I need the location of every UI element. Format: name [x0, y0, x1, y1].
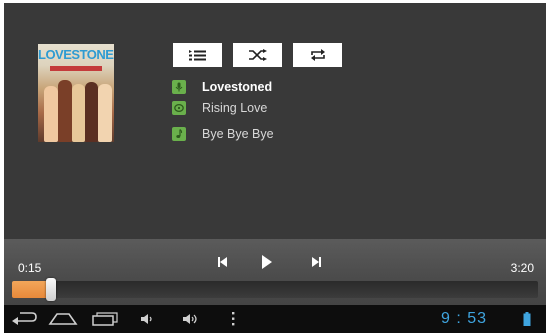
album-art-figure: [85, 82, 98, 142]
battery-indicator: [521, 309, 533, 329]
album-art-title: LOVESTONED: [38, 47, 114, 62]
album-name: Rising Love: [202, 101, 268, 115]
play-icon: [262, 255, 272, 269]
music-note-icon: [172, 127, 186, 141]
shuffle-icon: [248, 49, 267, 61]
status-clock: 9 : 53: [441, 310, 488, 327]
music-player-screen: LOVESTONED Lovestoned Rising Love Bye By…: [4, 3, 546, 333]
back-button[interactable]: [8, 309, 40, 329]
playlist-button[interactable]: [173, 43, 222, 67]
microphone-icon: [172, 80, 186, 94]
menu-button[interactable]: [228, 309, 238, 329]
song-title: Bye Bye Bye: [202, 127, 274, 141]
album-art-subtitle-bar: [50, 66, 102, 71]
disc-icon: [172, 101, 186, 115]
recent-apps-button[interactable]: [90, 309, 120, 329]
back-icon: [12, 312, 37, 325]
overflow-menu-icon: [232, 312, 235, 326]
volume-up-button[interactable]: [180, 309, 202, 329]
album-art-figure: [58, 80, 72, 142]
repeat-icon: [310, 49, 325, 61]
volume-up-icon: [183, 314, 197, 324]
battery-icon: [523, 312, 531, 326]
previous-icon: [217, 257, 227, 267]
home-button[interactable]: [46, 309, 80, 329]
track-artist-row: Lovestoned: [172, 78, 272, 96]
seek-bar-handle[interactable]: [46, 278, 56, 301]
system-navigation-bar: 9 : 53: [4, 305, 546, 333]
recent-apps-icon: [92, 312, 118, 326]
volume-down-icon: [141, 314, 152, 324]
track-album-row: Rising Love: [172, 99, 267, 117]
volume-down-button[interactable]: [138, 309, 156, 329]
album-art-figure: [72, 84, 85, 142]
duration-time: 3:20: [510, 261, 534, 275]
previous-button[interactable]: [212, 253, 232, 271]
next-button[interactable]: [306, 253, 326, 271]
now-playing-panel: LOVESTONED Lovestoned Rising Love Bye By…: [4, 3, 546, 239]
playlist-icon: [188, 50, 206, 61]
album-art-figure: [44, 86, 58, 142]
album-art: LOVESTONED: [38, 44, 114, 142]
next-icon: [311, 257, 321, 267]
play-button[interactable]: [257, 253, 277, 271]
artist-name: Lovestoned: [202, 80, 273, 94]
shuffle-button[interactable]: [233, 43, 282, 67]
playback-bar: 0:15 3:20: [4, 239, 546, 305]
home-icon: [48, 313, 78, 325]
seek-bar[interactable]: [12, 278, 538, 301]
album-art-figure: [98, 84, 112, 142]
elapsed-time: 0:15: [18, 261, 42, 275]
track-title-row: Bye Bye Bye: [172, 125, 274, 143]
repeat-button[interactable]: [293, 43, 342, 67]
